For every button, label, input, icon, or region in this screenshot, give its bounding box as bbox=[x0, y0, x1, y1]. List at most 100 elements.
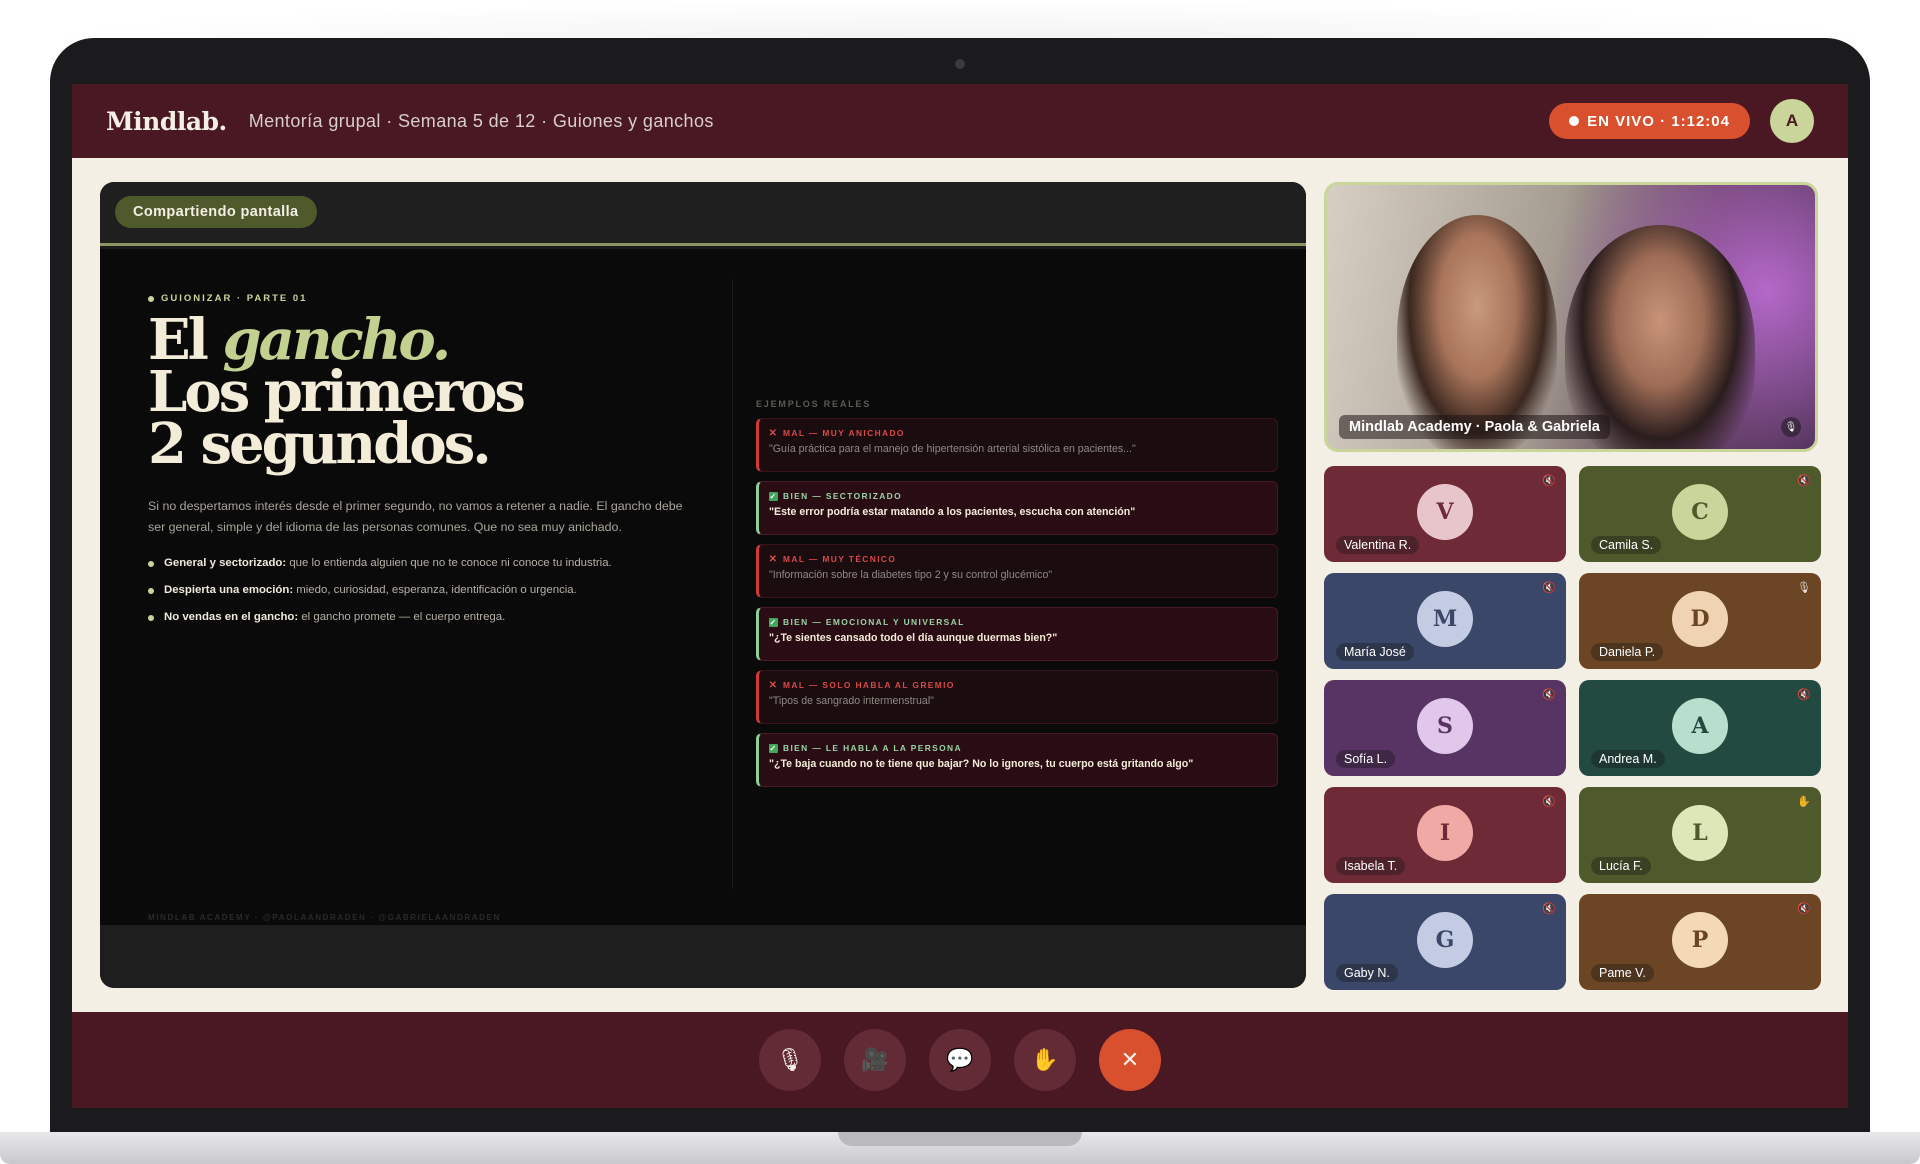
participant-tile[interactable]: L Lucía F. ✋ bbox=[1579, 787, 1821, 883]
example-tag-text: BIEN — SECTORIZADO bbox=[783, 491, 903, 501]
meeting-title: Mentoría grupal · Semana 5 de 12 · Guion… bbox=[248, 110, 714, 131]
participant-tile[interactable]: G Gaby N. 🔇 bbox=[1324, 894, 1566, 990]
top-bar: Mindlab. Mentoría grupal · Semana 5 de 1… bbox=[72, 84, 1848, 158]
share-footer bbox=[100, 925, 1306, 988]
share-header: Compartiendo pantalla bbox=[100, 182, 1306, 246]
kicker-dot-icon bbox=[148, 295, 154, 302]
example-card: ✕ MAL — MUY ANICHADO "Guía práctica para e… bbox=[756, 418, 1278, 472]
example-tag-text: MAL — MUY ANICHADO bbox=[783, 428, 905, 438]
participant-avatar: V bbox=[1417, 484, 1473, 540]
example-tag: ✓ BIEN — LE HABLA A LA PERSONA bbox=[769, 743, 1265, 753]
live-timer: EN VIVO · 1:12:04 bbox=[1587, 112, 1730, 130]
example-card: ✓ BIEN — SECTORIZADO "Este error podría es… bbox=[756, 481, 1278, 535]
chat-button[interactable]: 💬 bbox=[929, 1029, 991, 1091]
muted-icon: 🔇 bbox=[1797, 475, 1811, 487]
slide-bullets: General y sectorizado: que lo entienda a… bbox=[148, 550, 688, 631]
host-video-tile[interactable]: Mindlab Academy · Paola & Gabriela 🎙 bbox=[1324, 182, 1818, 452]
screen-share-panel: Compartiendo pantalla GUIONIZAR · PARTE … bbox=[100, 182, 1306, 988]
example-tag-text: BIEN — EMOCIONAL Y UNIVERSAL bbox=[783, 617, 965, 627]
muted-icon: 🔇 bbox=[1542, 475, 1556, 487]
chat-icon: 💬 bbox=[946, 1047, 974, 1072]
live-dot-icon bbox=[1569, 116, 1580, 126]
close-icon: ✕ bbox=[1120, 1047, 1140, 1072]
muted-icon: 🔇 bbox=[1542, 903, 1556, 915]
example-card: ✓ BIEN — EMOCIONAL Y UNIVERSAL "¿Te siente… bbox=[756, 607, 1278, 661]
examples-list: ✕ MAL — MUY ANICHADO "Guía práctica para e… bbox=[756, 418, 1278, 787]
raised-hand-icon: ✋ bbox=[1797, 796, 1811, 808]
example-tag-text: MAL — MUY TÉCNICO bbox=[783, 554, 897, 564]
sharing-badge: Compartiendo pantalla bbox=[115, 196, 317, 228]
example-text: "Tipos de sangrado intermenstrual" bbox=[769, 695, 934, 707]
participant-tile[interactable]: P Pame V. 🔇 bbox=[1579, 894, 1821, 990]
checkmark-icon: ✓ bbox=[769, 743, 778, 753]
participant-avatar: C bbox=[1672, 484, 1728, 540]
participant-avatar: D bbox=[1672, 591, 1728, 647]
bullet-bold: No vendas en el gancho: bbox=[164, 611, 299, 623]
example-text: "Guía práctica para el manejo de hiperte… bbox=[769, 443, 1136, 455]
slide-left-column: GUIONIZAR · PARTE 01 El gancho. Los prim… bbox=[148, 293, 688, 631]
bullet-text: el gancho promete — el cuerpo entrega. bbox=[298, 611, 506, 623]
example-text: "Este error podría estar matando a los p… bbox=[769, 506, 1136, 518]
participant-name: Isabela T. bbox=[1336, 857, 1406, 875]
participant-avatar: S bbox=[1417, 698, 1473, 754]
cross-icon: ✕ bbox=[768, 679, 779, 691]
example-card: ✕ MAL — SOLO HABLA AL GREMIO "Tipos de san… bbox=[756, 670, 1278, 724]
slide-footer: MINDLAB ACADEMY · @PAOLAANDRADEN · @GABR… bbox=[148, 913, 501, 922]
leave-call-button[interactable]: ✕ bbox=[1099, 1029, 1161, 1091]
participant-avatar: P bbox=[1672, 912, 1728, 968]
participant-tile[interactable]: D Daniela P. 🎙 bbox=[1579, 573, 1821, 669]
example-tag: ✕ MAL — MUY TÉCNICO bbox=[769, 554, 1265, 564]
raised-hand-icon: ✋ bbox=[1031, 1047, 1059, 1072]
laptop-shadow bbox=[20, 0, 1900, 40]
participant-avatar: I bbox=[1417, 805, 1473, 861]
participant-tile[interactable]: I Isabela T. 🔇 bbox=[1324, 787, 1566, 883]
bullet-bold: Despierta una emoción: bbox=[164, 584, 294, 596]
mic-button[interactable]: 🎙 bbox=[759, 1029, 821, 1091]
cross-icon: ✕ bbox=[768, 553, 779, 565]
participant-avatar: L bbox=[1672, 805, 1728, 861]
host-name-label: Mindlab Academy · Paola & Gabriela bbox=[1339, 415, 1610, 439]
muted-icon: 🔇 bbox=[1797, 689, 1811, 701]
example-text: "¿Te sientes cansado todo el día aunque … bbox=[769, 632, 1058, 644]
slide-kicker-text: GUIONIZAR · PARTE 01 bbox=[161, 293, 308, 304]
bullet-text: que lo entienda alguien que no te conoce… bbox=[286, 557, 612, 569]
live-badge: EN VIVO · 1:12:04 bbox=[1549, 103, 1750, 139]
example-tag: ✓ BIEN — SECTORIZADO bbox=[769, 491, 1265, 501]
participant-tile[interactable]: V Valentina R. 🔇 bbox=[1324, 466, 1566, 562]
participant-tile[interactable]: A Andrea M. 🔇 bbox=[1579, 680, 1821, 776]
meeting-screen: Mindlab. Mentoría grupal · Semana 5 de 1… bbox=[72, 84, 1848, 1108]
camera-button[interactable]: 🎥 bbox=[844, 1029, 906, 1091]
example-text: "Información sobre la diabetes tipo 2 y … bbox=[769, 569, 1053, 581]
participant-name: Andrea M. bbox=[1591, 750, 1665, 768]
participant-avatar: A bbox=[1672, 698, 1728, 754]
example-tag-text: MAL — SOLO HABLA AL GREMIO bbox=[783, 680, 955, 690]
mic-icon: 🎙 bbox=[776, 1047, 804, 1072]
participant-name: Camila S. bbox=[1591, 536, 1662, 554]
examples-column: EJEMPLOS REALES ✕ MAL — MUY ANICHADO "Guía… bbox=[756, 399, 1278, 796]
mic-icon: 🎙 bbox=[1797, 582, 1811, 594]
shared-slide: GUIONIZAR · PARTE 01 El gancho. Los prim… bbox=[100, 249, 1306, 925]
bullet-text: miedo, curiosidad, esperanza, identifica… bbox=[293, 584, 577, 596]
user-avatar[interactable]: A bbox=[1770, 99, 1814, 143]
participant-name: María José bbox=[1336, 643, 1414, 661]
participant-name: Sofía L. bbox=[1336, 750, 1396, 768]
muted-icon: 🔇 bbox=[1542, 582, 1556, 594]
participant-avatar: M bbox=[1417, 591, 1473, 647]
slide-headline: El gancho. Los primeros 2 segundos. bbox=[148, 312, 688, 477]
laptop-notch bbox=[838, 1132, 1082, 1146]
participant-name: Pame V. bbox=[1591, 964, 1654, 982]
participant-tile[interactable]: C Camila S. 🔇 bbox=[1579, 466, 1821, 562]
participant-tile[interactable]: S Sofía L. 🔇 bbox=[1324, 680, 1566, 776]
call-controls: 🎙 🎥 💬 ✋ ✕ bbox=[72, 1012, 1848, 1108]
participant-tile[interactable]: M María José 🔇 bbox=[1324, 573, 1566, 669]
bullet-bold: General y sectorizado: bbox=[164, 557, 287, 569]
headline-line-3: 2 segundos. bbox=[148, 411, 492, 477]
slide-bullet: No vendas en el gancho: el gancho promet… bbox=[148, 604, 688, 631]
raise-hand-button[interactable]: ✋ bbox=[1014, 1029, 1076, 1091]
checkmark-icon: ✓ bbox=[769, 491, 778, 501]
app-logo: Mindlab. bbox=[106, 106, 227, 136]
example-tag: ✕ MAL — MUY ANICHADO bbox=[769, 428, 1265, 438]
example-tag-text: BIEN — LE HABLA A LA PERSONA bbox=[783, 743, 962, 753]
slide-bullet: General y sectorizado: que lo entienda a… bbox=[148, 550, 688, 577]
slide-divider bbox=[732, 279, 733, 889]
